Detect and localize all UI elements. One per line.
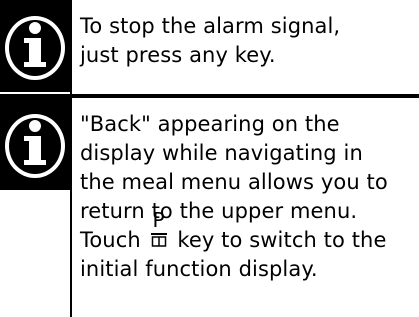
key-letter: P xyxy=(152,208,165,232)
notice-line: To stop the alarm signal, xyxy=(80,14,341,38)
notice-line: the meal menu allows you to xyxy=(80,170,388,194)
notice-line: "Back" appearing on the xyxy=(80,112,340,136)
icon-column xyxy=(0,0,72,94)
key-instruction-line: Touch P key to switch to the xyxy=(80,210,413,255)
key-instruction-before: Touch xyxy=(80,228,148,252)
notice-text: "Back" appearing on the display while na… xyxy=(80,110,413,284)
program-key-icon: P xyxy=(150,210,168,255)
notice-line: display while navigating in xyxy=(80,141,363,165)
notice-line: just press any key. xyxy=(80,43,276,67)
icon-column xyxy=(0,98,72,317)
info-icon xyxy=(0,98,70,190)
notice-line: return to the upper menu. xyxy=(80,199,358,223)
instruction-page: To stop the alarm signal, just press any… xyxy=(0,0,419,317)
notice-line: initial function display. xyxy=(80,257,318,281)
key-instruction-after: key to switch to the xyxy=(170,228,387,252)
notice-text: To stop the alarm signal, just press any… xyxy=(80,12,413,70)
notice-back-navigation: "Back" appearing on the display while na… xyxy=(0,98,419,317)
info-icon xyxy=(0,0,70,92)
notice-alarm: To stop the alarm signal, just press any… xyxy=(0,0,419,94)
